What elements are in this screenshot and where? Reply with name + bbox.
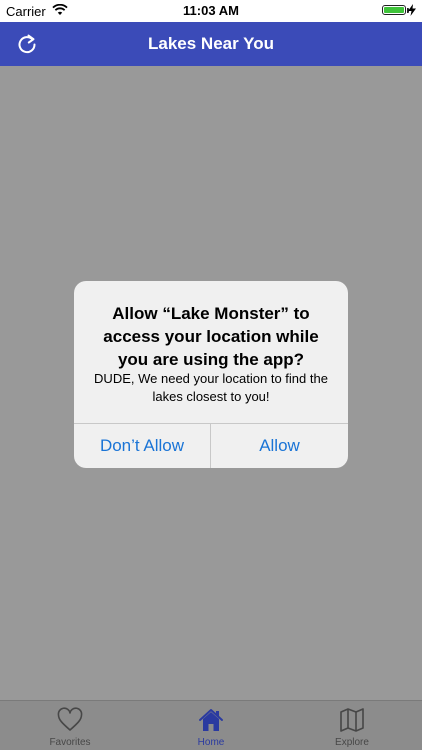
tab-label: Explore	[335, 737, 369, 748]
house-icon	[199, 709, 223, 731]
tab-label: Home	[197, 737, 225, 748]
heart-icon	[57, 707, 83, 731]
tab-explore[interactable]: Explore	[282, 701, 422, 751]
battery-icon	[382, 5, 409, 15]
dont-allow-button[interactable]: Don’t Allow	[74, 424, 211, 468]
tab-home[interactable]: Home	[141, 701, 281, 751]
tab-favorites[interactable]: Favorites	[0, 701, 140, 751]
map-icon	[340, 708, 364, 732]
tab-label: Favorites	[49, 737, 91, 748]
charging-icon	[408, 4, 416, 16]
alert-message: DUDE, We need your location to find the …	[94, 371, 328, 404]
alert-button-row: Don’t Allow Allow	[74, 423, 348, 468]
tab-bar: Favorites Home Explore	[0, 700, 422, 750]
navigation-bar: Lakes Near You	[0, 22, 422, 66]
status-bar: Carrier 11:03 AM	[0, 0, 422, 22]
status-time: 11:03 AM	[183, 3, 239, 18]
allow-button[interactable]: Allow	[211, 424, 348, 468]
location-permission-alert: Allow “Lake Monster” to access your loca…	[74, 281, 348, 468]
alert-title: Allow “Lake Monster” to access your loca…	[103, 304, 319, 369]
page-title: Lakes Near You	[148, 34, 274, 53]
